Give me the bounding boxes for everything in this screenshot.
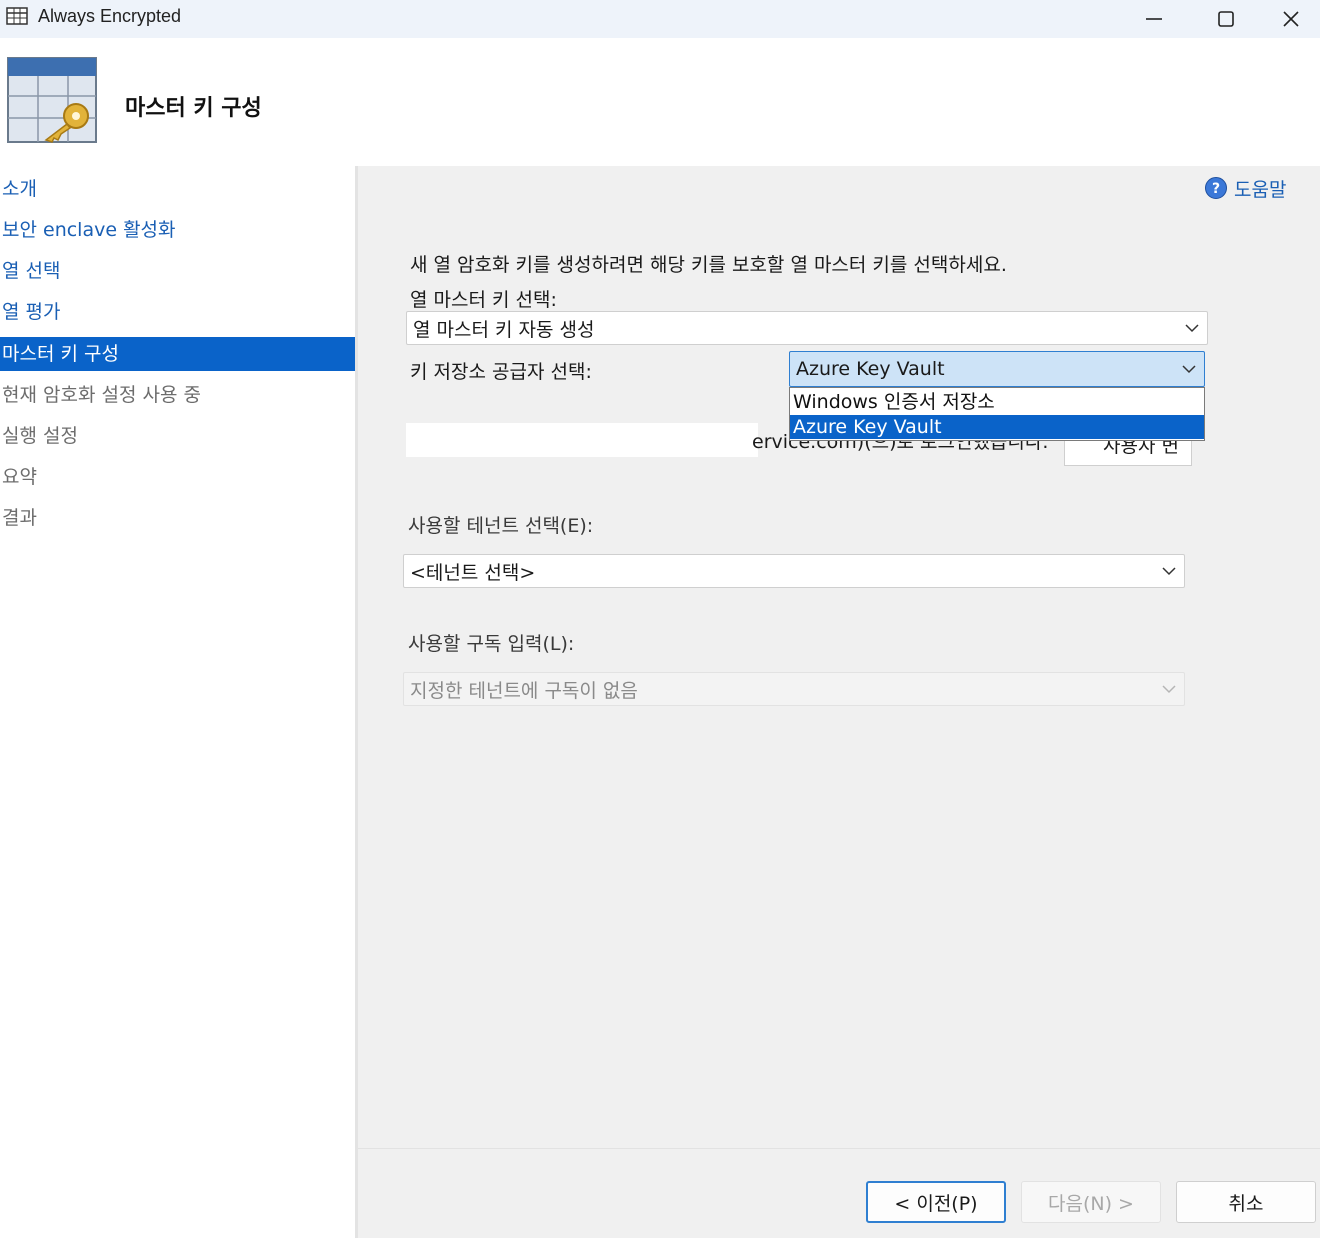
minimize-icon <box>1146 18 1162 20</box>
help-icon: ? <box>1205 177 1227 199</box>
chevron-down-icon <box>1182 365 1196 374</box>
wizard-steps-nav: 소개 보안 enclave 활성화 열 선택 열 평가 마스터 키 구성 현재 … <box>0 166 356 1238</box>
table-icon <box>6 7 28 25</box>
main-panel: ? 도움말 새 열 암호화 키를 생성하려면 해당 키를 보호할 열 마스터 키… <box>358 166 1320 1238</box>
chevron-down-icon <box>1162 567 1176 576</box>
close-button[interactable] <box>1262 0 1320 38</box>
tenant-select[interactable]: <테넌트 선택> <box>403 554 1185 588</box>
window-title: Always Encrypted <box>38 6 182 26</box>
close-icon <box>1283 11 1299 27</box>
provider-select-value: Azure Key Vault <box>796 358 945 380</box>
help-label: 도움말 <box>1234 178 1287 201</box>
cancel-button[interactable]: 취소 <box>1176 1181 1316 1223</box>
tenant-select-value: <테넌트 선택> <box>410 561 536 584</box>
sidebar-item-summary: 요약 <box>2 466 37 488</box>
sidebar-item-run-settings: 실행 설정 <box>2 425 78 447</box>
cmk-select[interactable]: 열 마스터 키 자동 생성 <box>406 311 1208 345</box>
chevron-down-icon <box>1185 324 1199 333</box>
maximize-icon <box>1218 11 1234 27</box>
cmk-label: 열 마스터 키 선택: <box>410 289 557 311</box>
provider-label: 키 저장소 공급자 선택: <box>410 361 592 383</box>
sidebar-item-intro[interactable]: 소개 <box>0 172 355 206</box>
sidebar-item-column-selection[interactable]: 열 선택 <box>0 254 355 288</box>
minimize-button[interactable] <box>1118 0 1190 38</box>
wizard-header: 마스터 키 구성 <box>0 38 1320 166</box>
redacted-account-area <box>406 423 758 457</box>
subscription-select: 지정한 테넌트에 구독이 없음 <box>403 672 1185 706</box>
provider-option-azure-key-vault[interactable]: Azure Key Vault <box>790 415 1204 439</box>
provider-select[interactable]: Azure Key Vault <box>789 351 1205 387</box>
provider-option-windows-cert-store[interactable]: Windows 인증서 저장소 <box>790 390 1204 414</box>
subscription-select-value: 지정한 테넌트에 구독이 없음 <box>410 679 638 702</box>
sidebar-item-current-encryption: 현재 암호화 설정 사용 중 <box>2 384 201 406</box>
instruction-text: 새 열 암호화 키를 생성하려면 해당 키를 보호할 열 마스터 키를 선택하세… <box>410 254 1007 276</box>
footer-divider <box>358 1148 1320 1149</box>
next-button[interactable]: 다음(N) > <box>1021 1181 1161 1223</box>
provider-dropdown-list: Windows 인증서 저장소 Azure Key Vault <box>789 387 1205 441</box>
subscription-label: 사용할 구독 입력(L): <box>408 633 575 655</box>
sidebar-item-column-evaluation[interactable]: 열 평가 <box>0 295 355 329</box>
maximize-button[interactable] <box>1190 0 1262 38</box>
cmk-select-value: 열 마스터 키 자동 생성 <box>413 318 595 341</box>
page-title: 마스터 키 구성 <box>125 96 262 121</box>
chevron-down-icon <box>1162 685 1176 694</box>
sidebar-item-results: 결과 <box>2 507 37 529</box>
previous-button[interactable]: < 이전(P) <box>866 1181 1006 1223</box>
sidebar-item-master-key-config[interactable]: 마스터 키 구성 <box>0 337 355 371</box>
table-key-icon <box>7 57 97 143</box>
title-bar: Always Encrypted <box>0 0 1320 38</box>
tenant-label: 사용할 테넌트 선택(E): <box>408 515 594 537</box>
sidebar-item-enable-enclave[interactable]: 보안 enclave 활성화 <box>0 213 355 247</box>
svg-text:?: ? <box>1212 181 1220 197</box>
help-link[interactable]: ? 도움말 <box>1204 174 1286 202</box>
